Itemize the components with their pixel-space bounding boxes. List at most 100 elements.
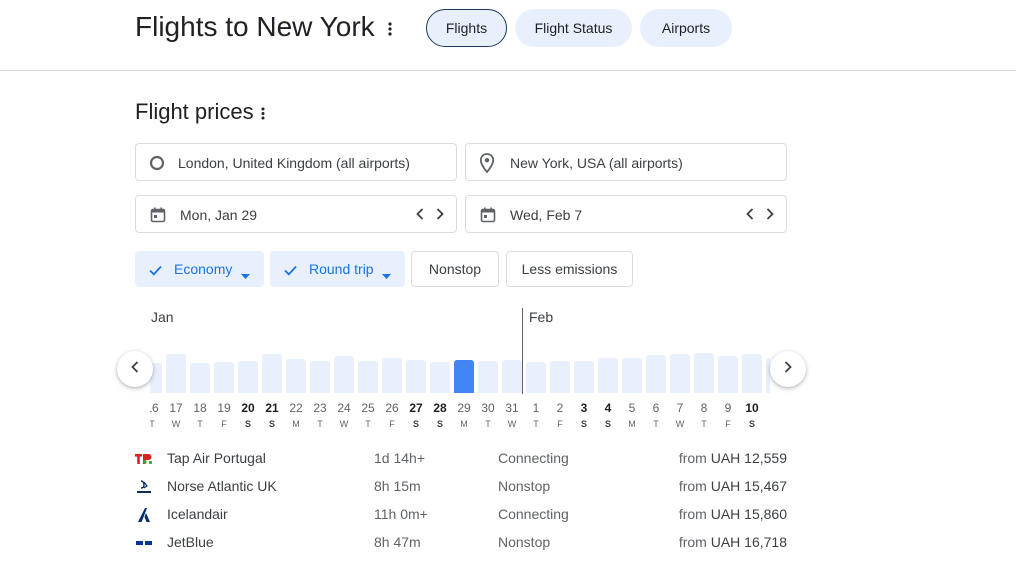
weekday-label: T xyxy=(533,419,539,429)
icelandair-logo-icon xyxy=(135,507,153,523)
day-number-label: 8 xyxy=(700,401,708,415)
day-number-label: 24 xyxy=(337,401,351,415)
day-number-label: 7 xyxy=(676,401,684,415)
price-bar-18[interactable] xyxy=(190,363,210,393)
next-date-icon[interactable] xyxy=(764,205,776,223)
price-bar-2[interactable] xyxy=(550,361,570,393)
weekday-label: T xyxy=(701,419,707,429)
price-bar-10[interactable] xyxy=(742,354,762,393)
day-number-label: 3 xyxy=(580,401,588,415)
tab-airports[interactable]: Airports xyxy=(640,9,732,47)
price-bar-7[interactable] xyxy=(670,354,690,393)
trip-type-filter[interactable]: Round trip xyxy=(270,251,405,287)
less-emissions-filter[interactable]: Less emissions xyxy=(506,251,633,287)
day-number-label: 28 xyxy=(433,401,447,415)
price-bar-23[interactable] xyxy=(310,361,330,393)
price-bar-25[interactable] xyxy=(358,361,378,393)
destination-field[interactable]: New York, USA (all airports) xyxy=(465,143,787,181)
next-date-icon[interactable] xyxy=(434,205,446,223)
price-bar-3[interactable] xyxy=(574,361,594,393)
month-label-feb: Feb xyxy=(529,309,554,325)
destination-text: New York, USA (all airports) xyxy=(510,155,683,171)
chart-next-button[interactable] xyxy=(770,351,806,387)
weekday-label: W xyxy=(171,419,181,429)
jetblue-logo-icon xyxy=(135,535,153,551)
nonstop-filter[interactable]: Nonstop xyxy=(411,251,499,287)
weekday-label: F xyxy=(221,419,227,429)
day-number-label: 22 xyxy=(289,401,303,415)
price-bar-8[interactable] xyxy=(694,353,714,393)
calendar-icon xyxy=(480,207,496,226)
origin-field[interactable]: London, United Kingdom (all airports) xyxy=(135,143,457,181)
weekday-label: S xyxy=(764,419,770,429)
day-number-label: 30 xyxy=(481,401,495,415)
return-date-field[interactable]: Wed, Feb 7 xyxy=(465,195,787,233)
weekday-label: S xyxy=(268,419,275,429)
day-number-label: 17 xyxy=(169,401,183,415)
price-bar-19[interactable] xyxy=(214,362,234,393)
price-bar-31[interactable] xyxy=(502,360,522,393)
price-bar-4[interactable] xyxy=(598,358,618,393)
price-bar-29[interactable] xyxy=(454,360,474,393)
price-bar-9[interactable] xyxy=(718,356,738,393)
price-bar-6[interactable] xyxy=(646,355,666,393)
weekday-label: T xyxy=(197,419,203,429)
weekday-label: W xyxy=(507,419,517,429)
depart-date-field[interactable]: Mon, Jan 29 xyxy=(135,195,457,233)
weekday-label: S xyxy=(244,419,251,429)
airline-row[interactable]: Icelandair 11h 0m+ Connecting from UAH 1… xyxy=(135,503,787,527)
norse-atlantic-logo-icon xyxy=(135,479,153,495)
day-number-label: 9 xyxy=(724,401,732,415)
cabin-class-label: Economy xyxy=(174,261,233,277)
price-chart: 16T17W18T19F20S21S22M23T24W25T26F27S28S2… xyxy=(150,300,770,440)
price-bar-26[interactable] xyxy=(382,358,402,393)
section-options-icon[interactable] xyxy=(254,104,272,122)
price-bar-28[interactable] xyxy=(430,362,450,393)
tab-flight-status[interactable]: Flight Status xyxy=(515,9,632,47)
airline-row[interactable]: JetBlue 8h 47m Nonstop from UAH 16,718 xyxy=(135,531,787,555)
price-bar-11[interactable] xyxy=(766,358,770,393)
month-divider xyxy=(522,308,523,394)
weekday-label: S xyxy=(412,419,419,429)
return-date-text: Wed, Feb 7 xyxy=(510,207,583,223)
day-number-label: 11 xyxy=(764,401,771,415)
trip-type-label: Round trip xyxy=(309,261,374,277)
price-bar-5[interactable] xyxy=(622,358,642,393)
day-number-label: 23 xyxy=(313,401,327,415)
price-bar-22[interactable] xyxy=(286,359,306,393)
month-label-jan: Jan xyxy=(151,309,174,325)
airline-row[interactable]: Tap Air Portugal 1d 14h+ Connecting from… xyxy=(135,447,787,471)
weekday-label: F xyxy=(725,419,731,429)
price-bar-24[interactable] xyxy=(334,356,354,393)
day-number-label: 31 xyxy=(505,401,519,415)
price-bar-21[interactable] xyxy=(262,354,282,393)
price-bar-1[interactable] xyxy=(526,362,546,393)
weekday-label: F xyxy=(557,419,563,429)
airline-row[interactable]: Norse Atlantic UK 8h 15m Nonstop from UA… xyxy=(135,475,787,499)
location-pin-icon xyxy=(479,153,495,176)
check-icon xyxy=(149,263,162,279)
page-title: Flights to New York xyxy=(135,11,375,42)
price-bar-20[interactable] xyxy=(238,361,258,393)
price-bar-27[interactable] xyxy=(406,360,426,393)
price-bar-30[interactable] xyxy=(478,361,498,393)
weekday-label: M xyxy=(460,419,468,429)
day-number-label: 16 xyxy=(150,401,159,415)
weekday-label: S xyxy=(604,419,611,429)
day-number-label: 10 xyxy=(745,401,759,415)
weekday-label: T xyxy=(150,419,155,429)
weekday-label: T xyxy=(485,419,491,429)
cabin-class-filter[interactable]: Economy xyxy=(135,251,264,287)
previous-date-icon[interactable] xyxy=(744,205,756,223)
chevron-right-icon xyxy=(784,360,792,378)
more-options-icon[interactable] xyxy=(381,20,399,38)
weekday-label: F xyxy=(389,419,395,429)
chart-previous-button[interactable] xyxy=(117,351,153,387)
weekday-label: S xyxy=(436,419,443,429)
depart-date-text: Mon, Jan 29 xyxy=(180,207,258,223)
weekday-label: W xyxy=(339,419,349,429)
previous-date-icon[interactable] xyxy=(414,205,426,223)
tab-flights[interactable]: Flights xyxy=(426,9,507,47)
price-bar-17[interactable] xyxy=(166,354,186,393)
chevron-left-icon xyxy=(131,360,139,378)
